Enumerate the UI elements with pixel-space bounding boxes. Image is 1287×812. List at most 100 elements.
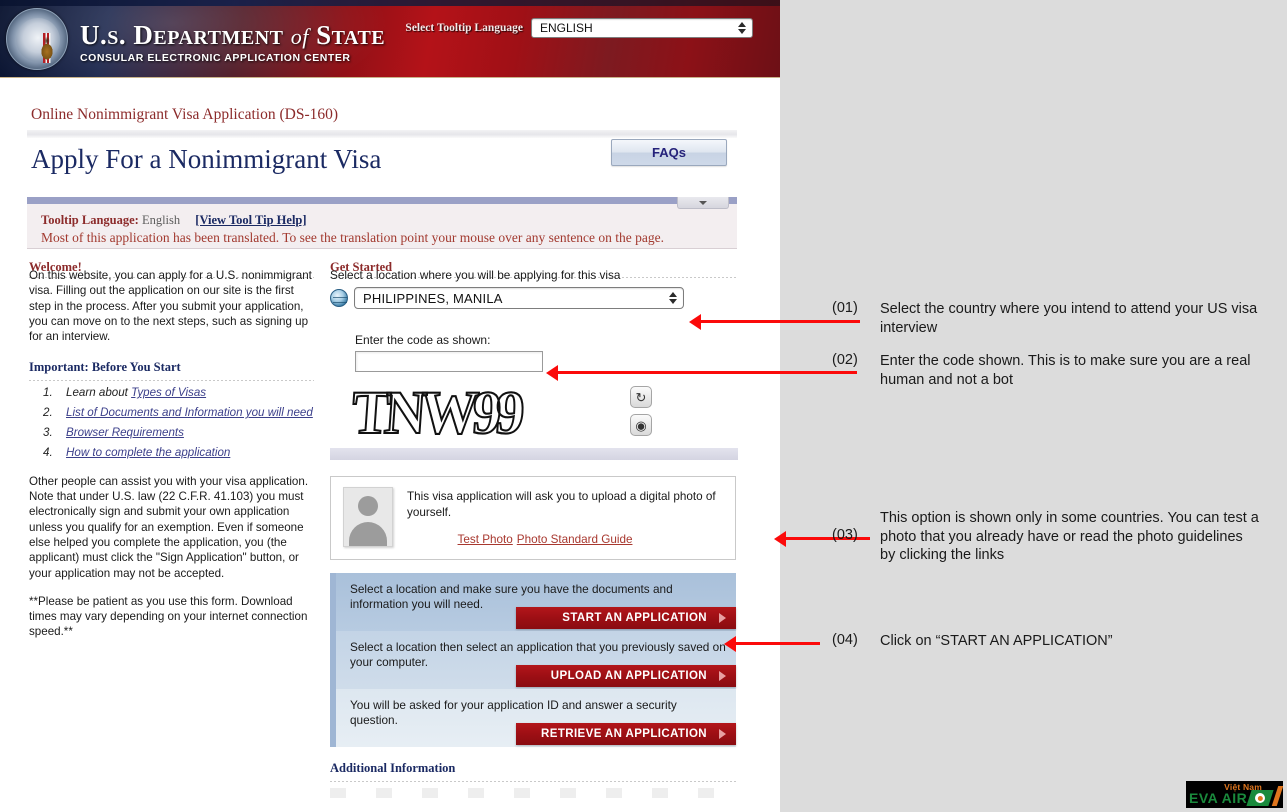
- list-item: 4. How to complete the application: [29, 446, 314, 461]
- retrieve-an-application-button[interactable]: RETRIEVE AN APPLICATION: [516, 723, 736, 745]
- captcha-controls: ↻ ◉: [630, 386, 652, 436]
- upload-an-application-label: UPLOAD AN APPLICATION: [550, 670, 707, 682]
- captcha-input-label: Enter the code as shown:: [355, 333, 491, 347]
- captcha-text: TNW99: [352, 382, 522, 440]
- tooltip-accent-bar: [27, 197, 737, 204]
- annotation-number: (01): [832, 300, 858, 316]
- department-title: U.S. DEPARTMENT of STATE CONSULAR ELECTR…: [80, 20, 386, 64]
- annotation-text: Select the country where you intend to a…: [880, 301, 1258, 336]
- view-tool-tip-help-link[interactable]: [View Tool Tip Help]: [195, 213, 306, 227]
- photo-standard-guide-link[interactable]: Photo Standard Guide: [517, 533, 633, 546]
- annotation-text: This option is shown only in some countr…: [880, 510, 1259, 564]
- globe-icon: [330, 289, 348, 307]
- annotation-04: (04) Click on “START AN APPLICATION”: [832, 632, 1262, 651]
- logo-accent: [1271, 786, 1283, 806]
- stepper-arrows-icon: [669, 291, 678, 305]
- captcha-row: TNW99 ↻ ◉: [352, 382, 738, 440]
- chevron-right-icon: [719, 613, 726, 623]
- list-of-documents-link[interactable]: List of Documents and Information you wi…: [66, 406, 313, 419]
- location-select[interactable]: PHILIPPINES, MANILA: [354, 287, 684, 309]
- list-item: 1. Learn about Types of Visas: [29, 386, 314, 401]
- test-photo-link[interactable]: Test Photo: [458, 533, 513, 546]
- list-item-number: 1.: [43, 386, 53, 400]
- department-subtitle: CONSULAR ELECTRONIC APPLICATION CENTER: [80, 52, 351, 64]
- refresh-icon[interactable]: ↻: [630, 386, 652, 408]
- start-an-application-label: START AN APPLICATION: [562, 612, 707, 624]
- eva-air-logo-icon: [1246, 790, 1274, 806]
- truncated-content: [330, 788, 738, 798]
- annotation-number: (02): [832, 352, 858, 368]
- tooltip-language-label: Select Tooltip Language: [405, 22, 523, 34]
- page-title: Apply For a Nonimmigrant Visa: [31, 144, 382, 174]
- site-banner: U.S. DEPARTMENT of STATE CONSULAR ELECTR…: [0, 0, 780, 78]
- captcha-input[interactable]: [355, 351, 543, 372]
- faqs-button[interactable]: FAQs: [611, 139, 727, 166]
- list-item: 2. List of Documents and Information you…: [29, 406, 314, 421]
- welcome-paragraph-2: Other people can assist you with your vi…: [29, 474, 309, 580]
- callout-arrow-02: [557, 371, 857, 374]
- list-item: 3. Browser Requirements: [29, 426, 314, 441]
- start-an-application-button[interactable]: START AN APPLICATION: [516, 607, 736, 629]
- tooltip-language-value: ENGLISH: [540, 21, 593, 35]
- chevron-right-icon: [719, 671, 726, 681]
- divider: [330, 781, 736, 782]
- retrieve-application-panel: You will be asked for your application I…: [330, 689, 736, 747]
- annotation-number: (04): [832, 632, 858, 648]
- photo-links: Test Photo Photo Standard Guide: [407, 530, 723, 548]
- stepper-arrows-icon: [738, 21, 747, 35]
- captcha-image: TNW99: [352, 382, 620, 440]
- tooltip-language-key: Tooltip Language:: [41, 213, 139, 227]
- annotation-03: (03) This option is shown only in some c…: [832, 509, 1262, 565]
- tooltip-language-line: Tooltip Language: English [View Tool Tip…: [41, 213, 307, 228]
- browser-page: U.S. DEPARTMENT of STATE CONSULAR ELECTR…: [0, 0, 780, 812]
- location-label: Select a location where you will be appl…: [330, 268, 621, 282]
- chevron-right-icon: [719, 729, 726, 739]
- list-item-prefix: Learn about: [66, 386, 132, 400]
- types-of-visas-link[interactable]: Types of Visas: [131, 386, 206, 399]
- additional-information-section: Additional Information: [330, 761, 738, 798]
- list-item-number: 4.: [43, 445, 53, 459]
- upload-application-panel: Select a location then select an applica…: [330, 631, 736, 689]
- welcome-column: On this website, you can apply for a U.S…: [29, 268, 314, 640]
- important-before-you-start-heading: Important: Before You Start: [29, 360, 181, 375]
- annotation-text: Enter the code shown. This is to make su…: [880, 353, 1251, 388]
- tooltip-translation-notice: Most of this application has been transl…: [41, 230, 665, 245]
- photo-upload-info-box: This visa application will ask you to up…: [330, 476, 736, 560]
- watermark-brand: EVA AIR: [1189, 790, 1248, 806]
- tooltip-language-selected: English: [141, 213, 181, 227]
- application-kicker: Online Nonimmigrant Visa Application (DS…: [31, 106, 339, 123]
- retrieve-an-application-label: RETRIEVE AN APPLICATION: [541, 728, 707, 740]
- before-you-start-list: 1. Learn about Types of Visas 2. List of…: [29, 386, 314, 460]
- state-department-seal-icon: [6, 8, 68, 70]
- how-to-complete-link[interactable]: How to complete the application: [66, 446, 230, 459]
- welcome-paragraph-1: On this website, you can apply for a U.S…: [29, 269, 312, 344]
- divider: [27, 130, 737, 138]
- annotation-01: (01) Select the country where you intend…: [832, 300, 1262, 337]
- list-item-number: 3.: [43, 426, 53, 440]
- additional-information-heading: Additional Information: [330, 761, 456, 775]
- location-select-value: PHILIPPINES, MANILA: [363, 290, 503, 306]
- tooltip-notice-box: Tooltip Language: English [View Tool Tip…: [27, 197, 737, 249]
- avatar: [343, 487, 393, 547]
- location-row: PHILIPPINES, MANILA: [330, 287, 738, 309]
- annotation-text: Click on “START AN APPLICATION”: [880, 633, 1113, 649]
- list-item-number: 2.: [43, 406, 53, 420]
- annotation-02: (02) Enter the code shown. This is to ma…: [832, 352, 1267, 389]
- photo-info-text: This visa application will ask you to up…: [407, 490, 716, 519]
- tooltip-collapse-toggle[interactable]: [677, 197, 729, 209]
- tooltip-language-control: Select Tooltip Language ENGLISH: [405, 18, 753, 38]
- audio-icon[interactable]: ◉: [630, 414, 652, 436]
- welcome-paragraph-3: **Please be patient as you use this form…: [29, 594, 308, 639]
- callout-arrow-04: [735, 642, 820, 645]
- browser-requirements-link[interactable]: Browser Requirements: [66, 426, 184, 439]
- application-actions: Select a location and make sure you have…: [330, 573, 736, 747]
- divider: [29, 380, 314, 382]
- start-application-panel: Select a location and make sure you have…: [330, 573, 736, 631]
- get-started-column: Select a location where you will be appl…: [330, 268, 738, 798]
- chevron-down-icon: [699, 200, 707, 205]
- tooltip-language-select[interactable]: ENGLISH: [531, 18, 753, 38]
- eva-air-watermark: Việt Nam EVA AIR: [1186, 781, 1283, 808]
- upload-an-application-button[interactable]: UPLOAD AN APPLICATION: [516, 665, 736, 687]
- annotation-number: (03): [832, 527, 858, 543]
- section-divider-bar: [330, 448, 738, 460]
